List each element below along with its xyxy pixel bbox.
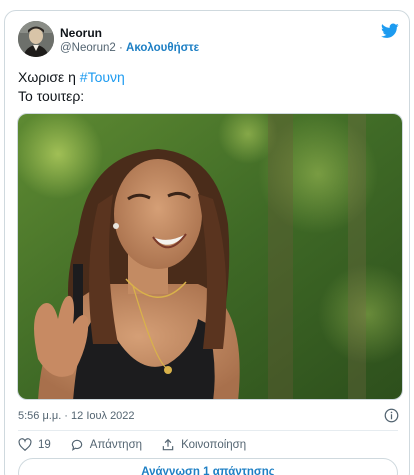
- timestamp-row: 5:56 μ.μ. · 12 Ιουλ 2022: [18, 407, 404, 427]
- separator: ·: [119, 42, 123, 54]
- info-icon[interactable]: [384, 408, 399, 423]
- tweet-line-1: Χωρισε η #Τουνη: [18, 68, 125, 87]
- tweet-text-prefix: Χωρισε η: [18, 69, 80, 85]
- tweet-photo[interactable]: [17, 113, 403, 400]
- share-button[interactable]: Κοινοποίηση: [161, 438, 246, 452]
- read-replies-button[interactable]: Ανάγνωση 1 απάντησης: [18, 458, 398, 475]
- share-icon: [162, 438, 174, 451]
- share-label: Κοινοποίηση: [181, 439, 247, 451]
- twitter-logo-icon[interactable]: [381, 23, 399, 39]
- divider: [18, 430, 398, 431]
- tweet-text: Χωρισε η #Τουνη Το τουιτερ:: [18, 68, 125, 106]
- reply-label: Απάντηση: [89, 439, 143, 451]
- heart-icon: [18, 438, 32, 452]
- like-button[interactable]: 19: [18, 438, 51, 452]
- like-count: 19: [38, 439, 51, 451]
- follow-link[interactable]: Ακολουθήστε: [126, 42, 199, 54]
- author-name[interactable]: Neorun: [60, 26, 102, 40]
- tweet-timestamp[interactable]: 5:56 μ.μ. · 12 Ιουλ 2022: [18, 410, 135, 422]
- author-handle[interactable]: @Neorun2: [60, 42, 116, 54]
- tweet-card: Neorun @Neorun2 · Ακολουθήστε Χωρισε η #…: [4, 10, 410, 475]
- tweet-line-2: Το τουιτερ:: [18, 88, 85, 104]
- reply-icon: [71, 439, 83, 451]
- avatar[interactable]: [18, 21, 54, 57]
- action-bar: 19 Απάντηση Κοινοποίηση: [18, 435, 265, 455]
- hashtag-link[interactable]: #Τουνη: [80, 69, 125, 85]
- photo-image: [18, 114, 402, 399]
- reply-button[interactable]: Απάντηση: [70, 438, 142, 452]
- handle-row: @Neorun2 · Ακολουθήστε: [60, 42, 199, 54]
